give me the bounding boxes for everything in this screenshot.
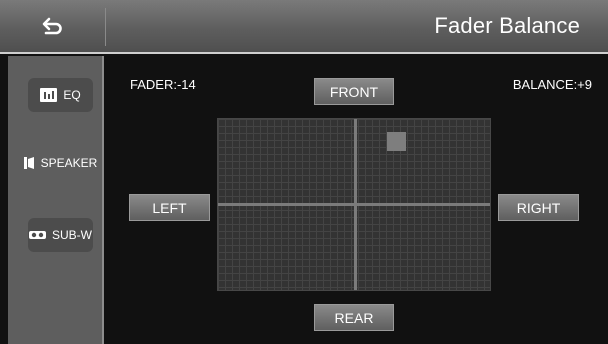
sidebar-item-eq[interactable]: EQ [28,78,93,112]
sidebar-item-speaker[interactable]: SPEAKER [23,146,97,180]
equalizer-icon [40,88,58,102]
subwoofer-icon [29,230,46,240]
back-arrow-icon [42,17,62,35]
back-button[interactable] [0,0,105,52]
balance-readout: BALANCE:+9 [512,77,592,92]
speaker-icon [23,157,35,169]
sidebar-item-label: EQ [63,88,81,102]
left-edge [0,56,8,344]
title-bar: Fader Balance [0,0,608,54]
fader-readout: FADER:-14 [130,77,196,92]
rear-button[interactable]: REAR [314,304,394,331]
sidebar-item-label: SUB-W [52,228,92,242]
front-button[interactable]: FRONT [314,78,394,105]
sidebar: EQ SPEAKER SUB-W [8,56,104,344]
header-divider [105,8,106,46]
left-button[interactable]: LEFT [129,194,210,221]
fader-balance-grid[interactable] [217,118,491,291]
sidebar-item-label: SPEAKER [40,156,98,170]
horizontal-axis [218,203,490,206]
sidebar-item-subwoofer[interactable]: SUB-W [28,218,93,252]
position-marker[interactable] [387,132,406,151]
page-title: Fader Balance [434,13,580,38]
right-button[interactable]: RIGHT [498,194,579,221]
